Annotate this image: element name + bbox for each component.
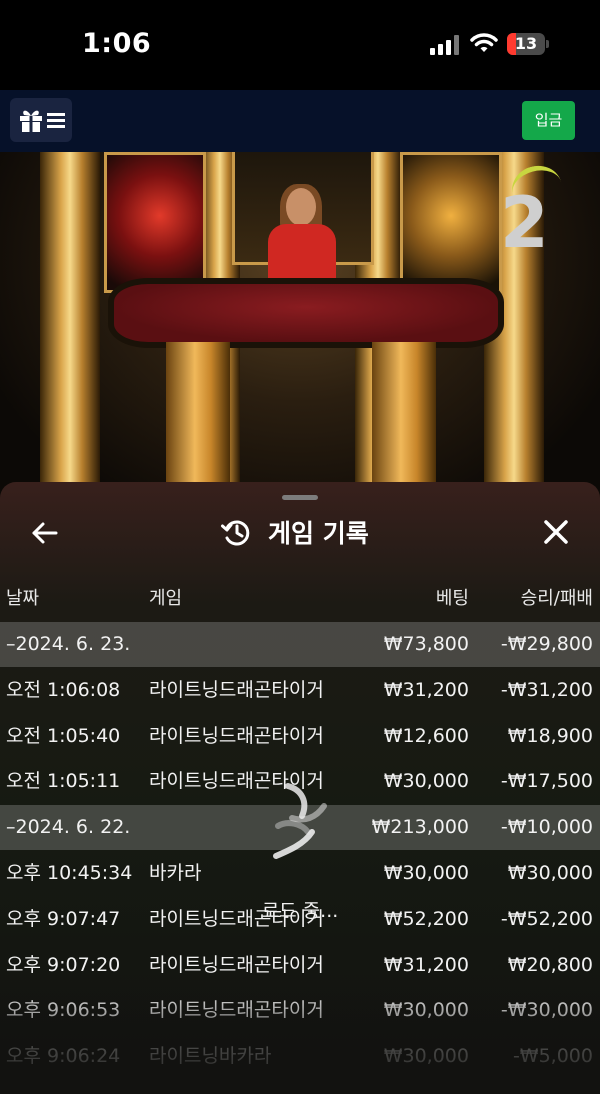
row-date: 오전 1:05:11 — [6, 770, 121, 793]
row-date: –2024. 6. 22. — [6, 816, 131, 839]
wifi-icon — [470, 33, 498, 52]
battery-level: 13 — [514, 34, 538, 53]
live-video-stream: 2 — [0, 152, 600, 512]
dealer-body — [268, 224, 336, 282]
column-game: 게임 — [149, 588, 183, 609]
table-header: 날짜 게임 베팅 승리/패배 — [0, 582, 600, 616]
sheet-drag-handle[interactable] — [282, 495, 318, 500]
row-bet: ₩12,600 — [383, 724, 469, 747]
close-icon[interactable] — [538, 514, 574, 550]
row-game: 라이트닝드래곤타이거 — [149, 724, 324, 747]
dealer-face — [286, 188, 316, 226]
row-date: 오후 9:07:20 — [6, 953, 121, 976]
history-row: 오후 9:07:20 라이트닝드래곤타이거 ₩31,200 ₩20,800 — [0, 943, 600, 988]
menu-icon — [47, 113, 65, 128]
dragon-artwork — [104, 152, 206, 293]
deposit-button[interactable]: 입금 — [522, 101, 575, 140]
row-game: 라이트닝드래곤타이거 — [149, 953, 324, 976]
history-row: 오전 1:06:08 라이트닝드래곤타이거 ₩31,200 -₩31,200 — [0, 668, 600, 713]
row-win-loss: -₩17,500 — [500, 770, 593, 793]
history-row: 오후 9:06:53 라이트닝드래곤타이거 ₩30,000 -₩30,000 — [0, 988, 600, 1033]
battery-icon: 13 — [507, 33, 545, 55]
loading-spinner-icon — [273, 783, 327, 859]
row-bet: ₩73,800 — [383, 633, 469, 655]
sheet-title: 게임 기록 — [220, 514, 369, 550]
cellular-signal-icon — [430, 35, 462, 55]
row-win-loss: -₩10,000 — [500, 816, 593, 839]
row-bet: ₩31,200 — [383, 953, 469, 976]
loading-text: 로드 중... — [261, 900, 339, 922]
game-table — [108, 278, 504, 348]
table-leg — [372, 342, 436, 482]
row-bet: ₩30,000 — [383, 770, 469, 793]
row-date: 오후 10:45:34 — [6, 862, 133, 884]
row-win-loss: ₩18,900 — [507, 724, 593, 747]
row-game: 라이트닝바카라 — [149, 1045, 272, 1068]
row-date: 오후 9:06:53 — [6, 999, 121, 1022]
top-nav: 입금 — [0, 90, 600, 152]
history-row: 오전 1:05:40 라이트닝드래곤타이거 ₩12,600 ₩18,900 — [0, 714, 600, 759]
row-date: 오후 9:06:24 — [6, 1045, 121, 1068]
arrow-left-icon[interactable] — [28, 516, 62, 550]
row-win-loss: ₩20,800 — [507, 953, 593, 976]
date-group-row: –2024. 6. 23. ₩73,800 -₩29,800 — [0, 622, 600, 667]
gift-menu-button[interactable] — [10, 98, 72, 142]
gift-icon — [20, 110, 42, 132]
row-win-loss: ₩30,000 — [507, 862, 593, 884]
tiger-artwork — [400, 152, 502, 293]
table-leg — [166, 342, 230, 482]
row-date: 오전 1:06:08 — [6, 678, 121, 701]
row-game: 라이트닝드래곤타이거 — [149, 678, 324, 701]
column-bet: 베팅 — [435, 588, 469, 609]
row-win-loss: -₩5,000 — [512, 1045, 593, 1068]
column-win-loss: 승리/패배 — [520, 588, 593, 609]
game-history-sheet: 게임 기록 날짜 게임 베팅 승리/패배 –2024. 6. 23. ₩73,80… — [0, 482, 600, 1094]
row-win-loss: -₩31,200 — [500, 678, 593, 701]
sheet-title-text: 게임 기록 — [268, 519, 369, 548]
row-bet: ₩213,000 — [371, 816, 469, 839]
row-date: 오전 1:05:40 — [6, 724, 121, 747]
status-time: 1:06 — [82, 28, 152, 59]
row-game: 바카라 — [149, 862, 202, 884]
history-icon — [221, 520, 250, 546]
row-win-loss: -₩30,000 — [500, 999, 593, 1022]
battery-nub — [546, 40, 549, 48]
row-bet: ₩30,000 — [383, 1045, 469, 1068]
row-win-loss: -₩29,800 — [500, 633, 593, 655]
row-bet: ₩30,000 — [383, 862, 469, 884]
round-number: 2 — [500, 182, 549, 264]
row-date: –2024. 6. 23. — [6, 633, 131, 655]
row-game: 라이트닝드래곤타이거 — [149, 999, 324, 1022]
status-bar: 1:06 13 — [0, 0, 600, 90]
history-row: 오후 9:06:24 라이트닝바카라 ₩30,000 -₩5,000 — [0, 1034, 600, 1079]
row-bet: ₩30,000 — [383, 999, 469, 1022]
column-date: 날짜 — [6, 588, 40, 609]
row-bet: ₩31,200 — [383, 678, 469, 701]
gold-pillar — [40, 152, 100, 512]
